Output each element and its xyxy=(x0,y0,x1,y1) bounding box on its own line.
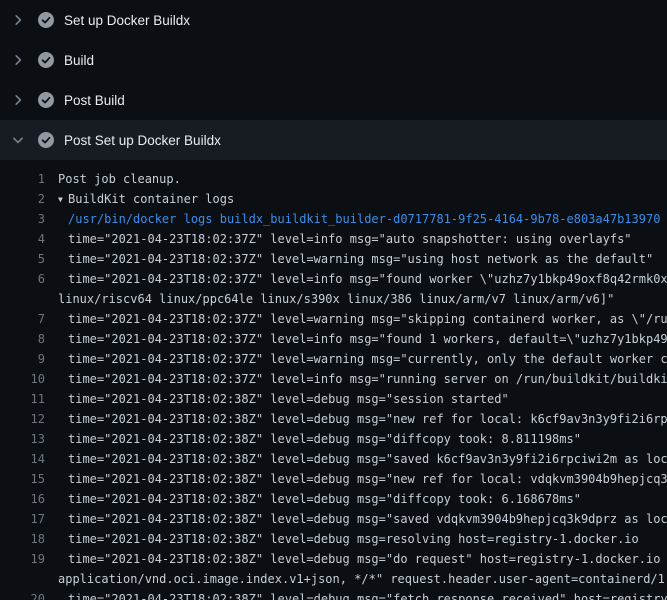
log-row: 11 time="2021-04-23T18:02:38Z" level=deb… xyxy=(0,389,667,409)
log-row: 19 time="2021-04-23T18:02:38Z" level=deb… xyxy=(0,549,667,569)
line-number xyxy=(0,569,45,589)
line-number[interactable]: 11 xyxy=(0,389,45,409)
chevron-right-icon xyxy=(10,92,26,108)
check-circle-icon xyxy=(38,132,54,148)
log-row: 6 time="2021-04-23T18:02:37Z" level=info… xyxy=(0,269,667,289)
log-text: time="2021-04-23T18:02:38Z" level=debug … xyxy=(68,449,667,469)
chevron-down-icon xyxy=(10,132,26,148)
chevron-right-icon xyxy=(10,12,26,28)
log-text: time="2021-04-23T18:02:37Z" level=info m… xyxy=(68,269,667,289)
log-row: 14 time="2021-04-23T18:02:38Z" level=deb… xyxy=(0,449,667,469)
log-text: linux/riscv64 linux/ppc64le linux/s390x … xyxy=(58,289,614,309)
chevron-right-icon xyxy=(10,52,26,68)
log-area: 1 Post job cleanup. 2 ▼BuildKit containe… xyxy=(0,160,667,600)
step-row[interactable]: Set up Docker Buildx xyxy=(0,0,667,40)
log-row: 1 Post job cleanup. xyxy=(0,169,667,189)
step-label: Set up Docker Buildx xyxy=(64,13,190,28)
line-number[interactable]: 19 xyxy=(0,549,45,569)
line-number[interactable]: 17 xyxy=(0,509,45,529)
log-row: 4 time="2021-04-23T18:02:37Z" level=info… xyxy=(0,229,667,249)
line-number xyxy=(0,289,45,309)
log-text: time="2021-04-23T18:02:37Z" level=warnin… xyxy=(68,349,667,369)
line-number[interactable]: 18 xyxy=(0,529,45,549)
line-number[interactable]: 6 xyxy=(0,269,45,289)
log-row: linux/riscv64 linux/ppc64le linux/s390x … xyxy=(0,289,667,309)
log-text: time="2021-04-23T18:02:38Z" level=debug … xyxy=(68,509,667,529)
check-circle-icon xyxy=(38,92,54,108)
step-row[interactable]: Post Set up Docker Buildx xyxy=(0,120,667,160)
step-list: Set up Docker Buildx Build Post Build Po… xyxy=(0,0,667,160)
line-number[interactable]: 15 xyxy=(0,469,45,489)
log-text: time="2021-04-23T18:02:38Z" level=debug … xyxy=(68,589,667,600)
step-label: Post Build xyxy=(64,93,125,108)
log-text: time="2021-04-23T18:02:37Z" level=warnin… xyxy=(68,309,667,329)
log-row: 7 time="2021-04-23T18:02:37Z" level=warn… xyxy=(0,309,667,329)
log-row: application/vnd.oci.image.index.v1+json,… xyxy=(0,569,667,589)
check-circle-icon xyxy=(38,12,54,28)
line-number[interactable]: 10 xyxy=(0,369,45,389)
log-text: time="2021-04-23T18:02:38Z" level=debug … xyxy=(68,529,639,549)
log-group-toggle[interactable]: ▼BuildKit container logs xyxy=(58,189,234,209)
check-circle-icon xyxy=(38,52,54,68)
line-number[interactable]: 20 xyxy=(0,589,45,600)
chevron-right-icon xyxy=(10,92,26,108)
line-number[interactable]: 13 xyxy=(0,429,45,449)
line-number[interactable]: 4 xyxy=(0,229,45,249)
log-text: time="2021-04-23T18:02:37Z" level=info m… xyxy=(68,229,632,249)
chevron-down-icon xyxy=(10,132,26,148)
log-text: time="2021-04-23T18:02:37Z" level=info m… xyxy=(68,329,667,349)
line-number[interactable]: 3 xyxy=(0,209,45,229)
line-number[interactable]: 1 xyxy=(0,169,45,189)
command-text: /usr/bin/docker logs buildx_buildkit_bui… xyxy=(68,209,660,229)
log-text: application/vnd.oci.image.index.v1+json,… xyxy=(58,569,667,589)
log-row: 17 time="2021-04-23T18:02:38Z" level=deb… xyxy=(0,509,667,529)
line-number[interactable]: 5 xyxy=(0,249,45,269)
log-text: time="2021-04-23T18:02:37Z" level=warnin… xyxy=(68,249,653,269)
step-row[interactable]: Post Build xyxy=(0,80,667,120)
log-row: 20 time="2021-04-23T18:02:38Z" level=deb… xyxy=(0,589,667,600)
step-label: Build xyxy=(64,53,94,68)
step-row[interactable]: Build xyxy=(0,40,667,80)
chevron-right-icon xyxy=(10,52,26,68)
log-row: 12 time="2021-04-23T18:02:38Z" level=deb… xyxy=(0,409,667,429)
line-number[interactable]: 7 xyxy=(0,309,45,329)
step-label: Post Set up Docker Buildx xyxy=(64,133,221,148)
line-number[interactable]: 2 xyxy=(0,189,45,209)
log-row: 3 /usr/bin/docker logs buildx_buildkit_b… xyxy=(0,209,667,229)
log-text: time="2021-04-23T18:02:38Z" level=debug … xyxy=(68,409,667,429)
line-number[interactable]: 8 xyxy=(0,329,45,349)
chevron-right-icon xyxy=(10,12,26,28)
log-text: time="2021-04-23T18:02:38Z" level=debug … xyxy=(68,469,667,489)
log-row: 18 time="2021-04-23T18:02:38Z" level=deb… xyxy=(0,529,667,549)
log-row: 13 time="2021-04-23T18:02:38Z" level=deb… xyxy=(0,429,667,449)
log-row: 10 time="2021-04-23T18:02:37Z" level=inf… xyxy=(0,369,667,389)
line-number[interactable]: 9 xyxy=(0,349,45,369)
log-row: 2 ▼BuildKit container logs xyxy=(0,189,667,209)
log-text: time="2021-04-23T18:02:38Z" level=debug … xyxy=(68,489,581,509)
log-row: 8 time="2021-04-23T18:02:37Z" level=info… xyxy=(0,329,667,349)
log-text: time="2021-04-23T18:02:38Z" level=debug … xyxy=(68,549,667,569)
line-number[interactable]: 14 xyxy=(0,449,45,469)
collapse-triangle-icon[interactable]: ▼ xyxy=(58,190,68,209)
actions-log-viewer: Set up Docker Buildx Build Post Build Po… xyxy=(0,0,667,600)
line-number[interactable]: 16 xyxy=(0,489,45,509)
log-text: Post job cleanup. xyxy=(58,169,181,189)
line-number[interactable]: 12 xyxy=(0,409,45,429)
log-text: time="2021-04-23T18:02:38Z" level=debug … xyxy=(68,429,581,449)
log-row: 5 time="2021-04-23T18:02:37Z" level=warn… xyxy=(0,249,667,269)
log-row: 15 time="2021-04-23T18:02:38Z" level=deb… xyxy=(0,469,667,489)
log-text: time="2021-04-23T18:02:38Z" level=debug … xyxy=(68,389,509,409)
log-row: 9 time="2021-04-23T18:02:37Z" level=warn… xyxy=(0,349,667,369)
log-row: 16 time="2021-04-23T18:02:38Z" level=deb… xyxy=(0,489,667,509)
log-text: time="2021-04-23T18:02:37Z" level=info m… xyxy=(68,369,667,389)
